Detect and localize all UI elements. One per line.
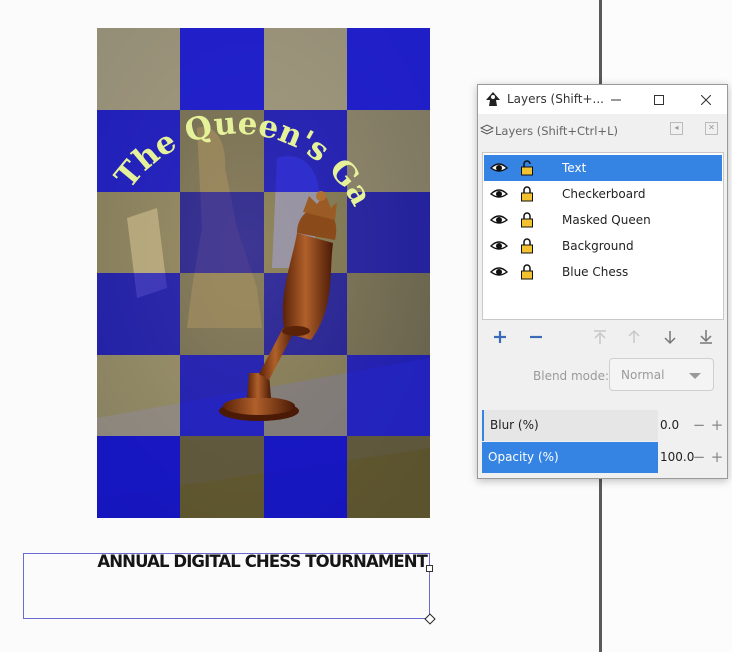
layer-toolbar [478, 325, 727, 349]
lock-icon[interactable] [520, 212, 534, 231]
lock-icon[interactable] [520, 186, 534, 205]
maximize-icon[interactable] [636, 85, 682, 114]
layers-dialog: Layers (Shift+... Layers (Shift+Ctrl+L) … [477, 84, 728, 479]
blur-value: 0.0 [660, 418, 680, 432]
dock-tab-header[interactable]: Layers (Shift+Ctrl+L) ◂ ✕ [478, 118, 727, 142]
dock-undock-icon[interactable]: ◂ [670, 122, 683, 135]
layer-name: Blue Chess [562, 265, 629, 279]
blur-label: Blur (%) [490, 418, 539, 432]
plus-icon[interactable] [490, 329, 510, 345]
eye-icon[interactable] [489, 239, 509, 255]
blur-decrement[interactable]: − [690, 410, 708, 441]
lock-icon[interactable] [520, 238, 534, 257]
chevron-down-icon [689, 373, 701, 379]
dialog-window-title: Layers (Shift+... [507, 92, 604, 106]
layers-icon [479, 124, 495, 139]
opacity-increment[interactable]: + [708, 442, 726, 473]
minimize-icon[interactable] [593, 85, 639, 114]
layer-row-text[interactable]: Text [484, 155, 722, 181]
move-down-icon[interactable] [660, 329, 680, 345]
layer-list: Text Checkerboard Masked Queen Backgroun… [482, 152, 724, 320]
opacity-label: Opacity (%) [488, 450, 559, 464]
layer-name: Text [562, 161, 587, 175]
eye-icon[interactable] [489, 213, 509, 229]
eye-icon[interactable] [489, 265, 509, 281]
dock-tab-label: Layers (Shift+Ctrl+L) [495, 124, 618, 138]
eye-icon[interactable] [489, 161, 509, 177]
opacity-slider[interactable]: Opacity (%) [482, 442, 658, 473]
minus-icon[interactable] [526, 329, 546, 345]
eye-icon[interactable] [489, 187, 509, 203]
blend-mode-select[interactable]: Normal [609, 358, 714, 391]
layer-row-checkerboard[interactable]: Checkerboard [484, 181, 722, 207]
checkerboard-overlay [97, 28, 430, 518]
move-up-icon[interactable] [624, 329, 644, 345]
resize-handle[interactable] [426, 565, 433, 572]
layer-name: Checkerboard [562, 187, 646, 201]
layer-row-background[interactable]: Background [484, 233, 722, 259]
lock-icon[interactable] [520, 264, 534, 283]
layer-row-blue-chess[interactable]: Blue Chess [484, 259, 722, 285]
close-icon[interactable] [683, 85, 729, 114]
layer-name: Background [562, 239, 634, 253]
inkscape-icon [485, 91, 501, 110]
unlock-icon[interactable] [520, 160, 534, 179]
dialog-titlebar[interactable]: Layers (Shift+... [478, 85, 727, 114]
move-bottom-icon[interactable] [696, 329, 716, 345]
dock-close-icon[interactable]: ✕ [705, 122, 718, 135]
opacity-spinbox[interactable]: 100.0 [660, 442, 694, 473]
blend-mode-value: Normal [621, 368, 665, 382]
selected-text-object[interactable]: ANNUAL DIGITAL CHESS TOURNAMENT [23, 552, 436, 625]
poster-image: The Queen's Gambit [97, 28, 430, 518]
blur-increment[interactable]: + [708, 410, 726, 441]
rotate-handle[interactable] [424, 613, 436, 625]
blur-slider[interactable]: Blur (%) [482, 410, 658, 441]
move-top-icon[interactable] [590, 329, 610, 345]
blur-spinbox[interactable]: 0.0 [660, 410, 690, 441]
blend-mode-label: Blend mode: [533, 369, 610, 383]
opacity-decrement[interactable]: − [690, 442, 708, 473]
tournament-text[interactable]: ANNUAL DIGITAL CHESS TOURNAMENT [97, 552, 428, 571]
layer-name: Masked Queen [562, 213, 651, 227]
layer-row-masked-queen[interactable]: Masked Queen [484, 207, 722, 233]
poster-artwork[interactable]: The Queen's Gambit [97, 28, 430, 518]
